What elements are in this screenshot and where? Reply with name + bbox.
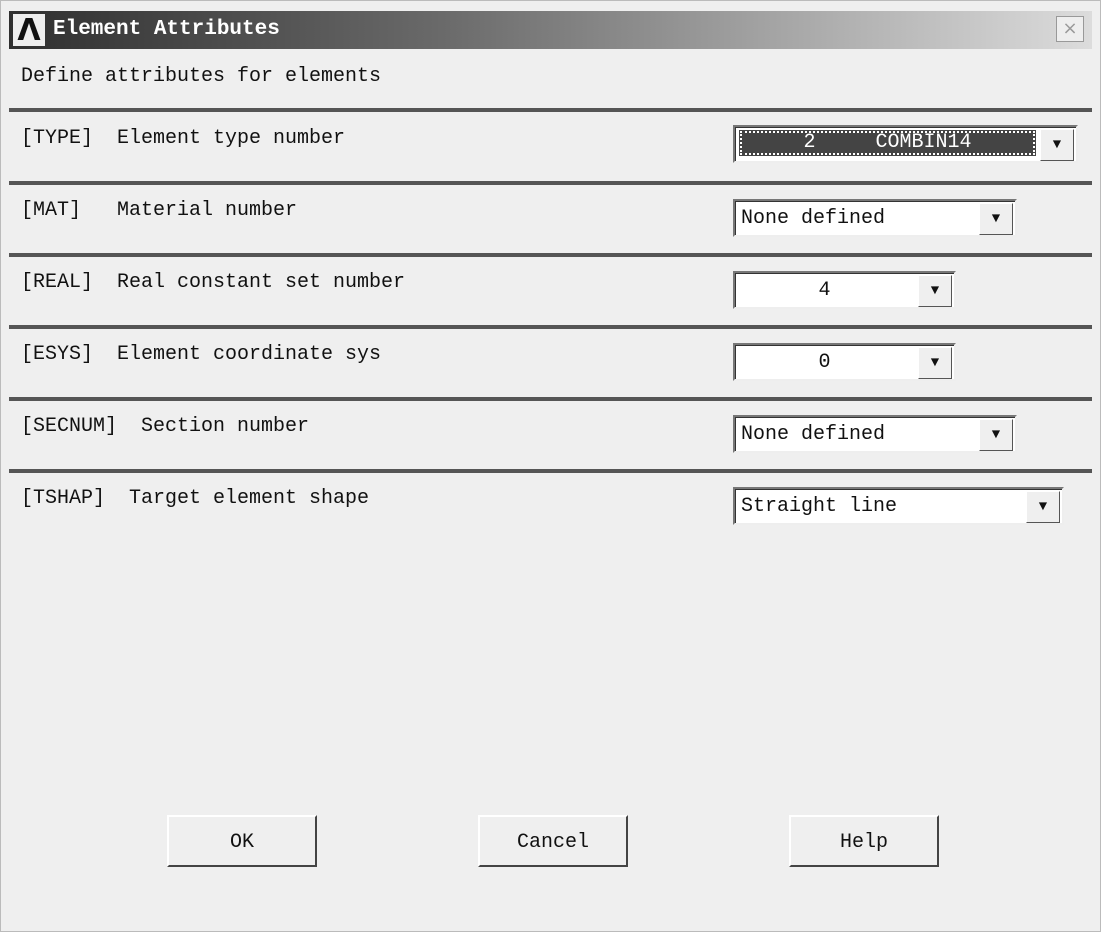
chevron-down-icon[interactable]: ▼ [979, 203, 1013, 235]
window-title: Element Attributes [53, 18, 280, 41]
dialog-description: Define attributes for elements [21, 65, 382, 88]
type-label: [TYPE] Element type number [21, 127, 346, 150]
dropdown-value: 4 [818, 279, 831, 302]
divider [9, 469, 1092, 473]
divider [9, 181, 1092, 185]
material-dropdown[interactable]: None defined ▼ [733, 199, 1017, 237]
chevron-down-icon[interactable]: ▼ [1026, 491, 1060, 523]
divider [9, 397, 1092, 401]
divider [9, 108, 1092, 112]
secnum-label: [SECNUM] Section number [21, 415, 310, 438]
title-bar[interactable]: Λ Element Attributes × [9, 11, 1092, 49]
tshap-label: [TSHAP] Target element shape [21, 487, 370, 510]
ok-button[interactable]: OK [167, 815, 317, 867]
chevron-down-icon[interactable]: ▼ [918, 275, 952, 307]
dropdown-value: None defined [741, 207, 886, 230]
real-label: [REAL] Real constant set number [21, 271, 406, 294]
cancel-button[interactable]: Cancel [478, 815, 628, 867]
dropdown-value: 2 COMBIN14 [739, 130, 1036, 156]
close-icon[interactable]: × [1056, 16, 1084, 42]
esys-label: [ESYS] Element coordinate sys [21, 343, 382, 366]
dropdown-value: Straight line [741, 495, 898, 518]
element-type-dropdown[interactable]: 2 COMBIN14 ▼ [733, 125, 1078, 163]
section-number-dropdown[interactable]: None defined ▼ [733, 415, 1017, 453]
real-constant-dropdown[interactable]: 4 ▼ [733, 271, 956, 309]
divider [9, 253, 1092, 257]
mat-label: [MAT] Material number [21, 199, 298, 222]
chevron-down-icon[interactable]: ▼ [918, 347, 952, 379]
help-button[interactable]: Help [789, 815, 939, 867]
chevron-down-icon[interactable]: ▼ [979, 419, 1013, 451]
chevron-down-icon[interactable]: ▼ [1040, 129, 1074, 161]
dropdown-value: None defined [741, 423, 886, 446]
divider [9, 325, 1092, 329]
target-shape-dropdown[interactable]: Straight line ▼ [733, 487, 1064, 525]
element-attributes-dialog: Λ Element Attributes × Define attributes… [0, 0, 1101, 932]
ansys-logo-icon: Λ [13, 14, 45, 48]
element-coordinate-dropdown[interactable]: 0 ▼ [733, 343, 956, 381]
dropdown-value: 0 [818, 351, 831, 374]
